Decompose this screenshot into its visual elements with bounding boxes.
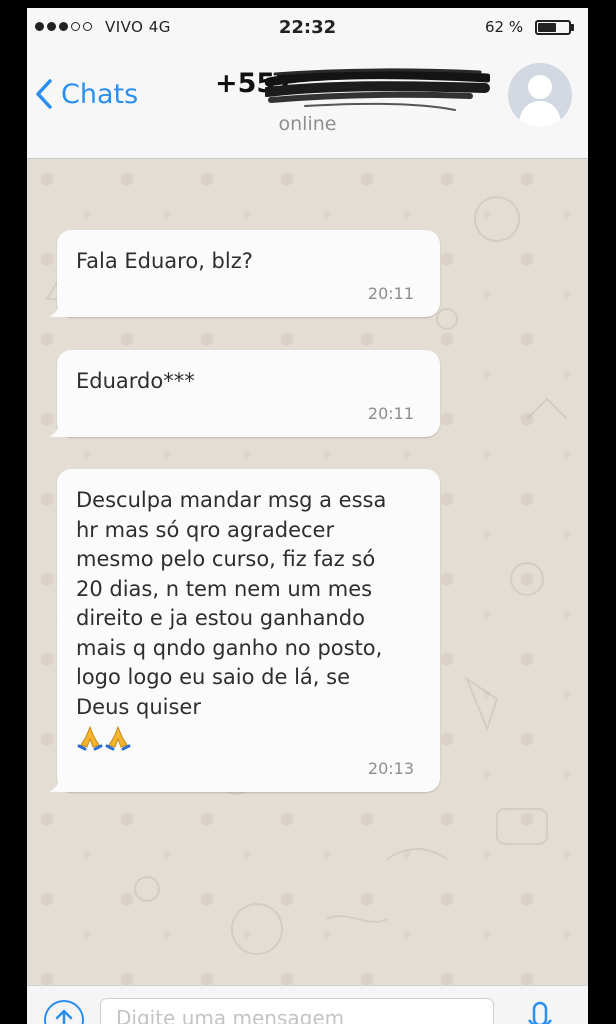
contact-avatar[interactable] <box>508 63 572 127</box>
person-silhouette-icon <box>518 75 562 127</box>
message-text: Eduardo*** <box>76 369 195 393</box>
message-text: Fala Eduaro, blz? <box>76 249 253 273</box>
message-time: 20:13 <box>367 758 414 778</box>
folded-hands-icon <box>77 725 103 751</box>
folded-hands-icon <box>105 725 131 751</box>
bubble-tail <box>49 771 69 792</box>
message-bubble[interactable]: Eduardo*** 20:11 <box>49 350 440 437</box>
redaction-scribble <box>265 68 490 111</box>
attach-button[interactable] <box>44 1000 84 1024</box>
chat-area[interactable]: Fala Eduaro, blz? 20:11 Eduardo*** 20:11… <box>27 159 588 985</box>
status-bar: VIVO 4G 22:32 62 % <box>27 8 588 48</box>
message-bubble[interactable]: Fala Eduaro, blz? 20:11 <box>49 230 440 317</box>
back-button[interactable]: Chats <box>35 78 138 110</box>
contact-status: online <box>278 113 337 135</box>
message-time: 20:11 <box>367 403 414 423</box>
back-label: Chats <box>61 78 139 110</box>
message-input[interactable] <box>100 998 494 1024</box>
message-time: 20:11 <box>367 283 414 303</box>
battery-percent: 62 % <box>485 18 524 36</box>
arrow-up-icon <box>55 1009 73 1024</box>
message-bubble[interactable]: Desculpa mandar msg a essa hr mas só qro… <box>49 469 440 792</box>
battery-icon <box>535 20 571 35</box>
bubble-tail <box>49 296 69 317</box>
chat-header: Chats +557 online <box>27 48 588 159</box>
message-body: Desculpa mandar msg a essa hr mas só qro… <box>76 488 387 719</box>
microphone-icon[interactable] <box>525 1000 555 1024</box>
bubble-tail <box>49 416 69 437</box>
message-composer <box>27 985 588 1024</box>
message-text: Desculpa mandar msg a essa hr mas só qro… <box>76 486 414 752</box>
phone-screen: VIVO 4G 22:32 62 % Chats +557 online Fal… <box>27 8 588 1024</box>
battery-level <box>538 23 556 32</box>
chevron-left-icon <box>36 79 52 109</box>
battery-tip <box>571 24 574 31</box>
